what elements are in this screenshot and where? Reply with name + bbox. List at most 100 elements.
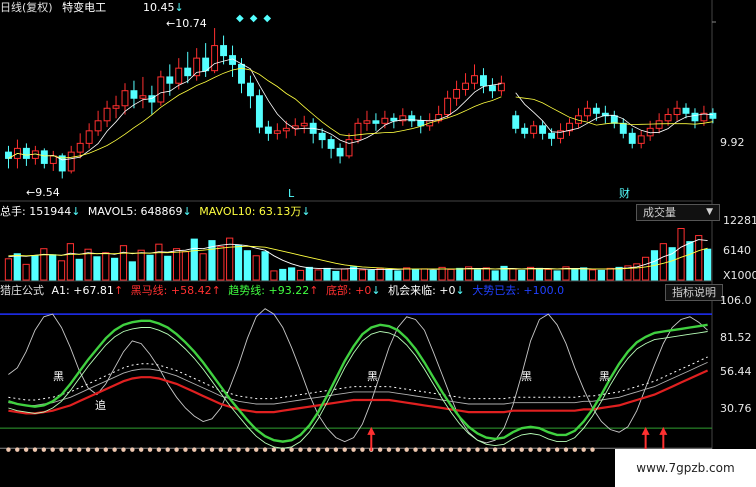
baseline-dot	[492, 447, 498, 452]
baseline-dot	[431, 447, 436, 452]
candle-body	[637, 135, 645, 144]
baseline-dot	[413, 447, 418, 452]
baseline-dot	[342, 447, 347, 452]
volume-bar	[341, 268, 349, 281]
baseline-dot	[475, 447, 480, 452]
indicator-selector[interactable]: 成交量 ▼	[636, 204, 720, 221]
volume-bar	[553, 270, 561, 281]
baseline-dot	[112, 447, 117, 452]
baseline-dot	[147, 447, 153, 452]
candle-body	[345, 139, 353, 157]
candle-body	[610, 115, 618, 124]
volume-bar	[429, 269, 437, 281]
candle-body	[363, 120, 371, 124]
baseline-dot	[6, 447, 11, 452]
candle-body	[381, 117, 389, 124]
candle-body	[453, 88, 461, 99]
volume-bar	[102, 252, 110, 281]
indicator-legend: 猎庄公式 A1: +67.81↑ 黑马线: +58.42↑ 趋势线: +93.2…	[0, 284, 565, 297]
volume-bar	[190, 238, 198, 281]
baseline-dot	[59, 447, 64, 452]
indicator-axis-1: 106.0	[720, 294, 752, 307]
indicator-axis-4: 30.76	[720, 402, 752, 415]
candle-body	[673, 107, 681, 116]
baseline-dot	[386, 447, 392, 452]
baseline-dot	[484, 447, 489, 452]
baseline-dot	[121, 447, 126, 452]
volume-bar	[332, 270, 340, 281]
volume-bar	[66, 243, 74, 281]
volume-bar	[296, 269, 305, 281]
baseline-dot	[68, 447, 73, 452]
baseline-dot	[546, 447, 551, 452]
baseline-dot	[50, 447, 55, 452]
volume-legend: 总手: 151944↓ MAVOL5: 648869↓ MAVOL10: 63.…	[0, 205, 311, 218]
volume-bar	[128, 261, 136, 281]
baseline-dot	[554, 447, 560, 452]
annotation-hei-1: 黑	[53, 370, 64, 383]
volume-bar	[403, 267, 411, 281]
indicator-selector-label: 成交量	[643, 206, 676, 219]
chart-header: 日线(复权) 特变电工	[0, 1, 106, 14]
candle-body	[354, 122, 362, 141]
annotation-zhui: 追	[95, 399, 106, 412]
indicator-axis-2: 81.52	[720, 331, 752, 344]
candle-body	[157, 76, 165, 103]
volume-bar	[535, 267, 544, 281]
volume-bar	[509, 268, 517, 281]
indicator-help-button[interactable]: 指标说明	[665, 284, 723, 301]
candle-body	[76, 142, 84, 153]
baseline-dot	[77, 447, 82, 452]
baseline-dot	[218, 447, 224, 452]
baseline-dot	[15, 447, 20, 452]
candle-body	[184, 67, 192, 77]
candle-body	[336, 147, 344, 157]
candle-body	[238, 63, 245, 84]
candle-body	[390, 117, 398, 122]
baseline-dot	[245, 447, 250, 452]
volume-bar	[4, 258, 13, 281]
baseline-dot	[307, 447, 312, 452]
candle-body	[548, 132, 556, 139]
volume-bar	[111, 257, 119, 281]
candle-body	[94, 120, 102, 132]
volume-bar	[677, 228, 685, 281]
marker-cai: 财	[619, 187, 630, 200]
baseline-dot	[377, 447, 383, 452]
volume-bar	[172, 248, 181, 281]
baseline-dot	[528, 447, 533, 452]
volume-bar	[93, 256, 101, 281]
volume-bar	[57, 260, 66, 281]
candle-body	[530, 125, 538, 134]
price-axis-label: 9.92	[720, 136, 745, 149]
volume-bar	[659, 243, 667, 281]
baseline-dot	[192, 447, 197, 452]
volume-bar	[22, 263, 30, 281]
peak-label: 10.45↓	[143, 1, 184, 14]
volume-bar	[544, 268, 552, 281]
baseline-dot	[298, 447, 303, 452]
volume-bar	[695, 235, 703, 281]
baseline-dot	[315, 447, 321, 452]
low-label: ←9.54	[26, 186, 60, 199]
volume-bar	[606, 267, 614, 281]
baseline-dot	[360, 447, 365, 452]
candle-body	[166, 76, 174, 84]
candle-body	[103, 107, 111, 122]
volume-bar	[420, 268, 428, 281]
volume-bar	[40, 248, 48, 281]
volume-bar	[473, 269, 482, 281]
volume-bar	[518, 269, 526, 281]
volume-bar	[597, 269, 605, 281]
baseline-dot	[200, 447, 206, 452]
baseline-dot	[351, 447, 356, 452]
baseline-dot	[457, 447, 462, 452]
baseline-dot	[85, 447, 91, 452]
candle-body	[471, 75, 478, 84]
baseline-dot	[94, 447, 100, 452]
volume-legend-ma10: MAVOL10: 63.13万	[199, 205, 302, 218]
volume-bar	[164, 255, 172, 281]
baseline-dot	[174, 447, 179, 452]
baseline-dot	[448, 447, 454, 452]
legend-dark-horse: 黑马线: +58.42	[130, 284, 212, 297]
